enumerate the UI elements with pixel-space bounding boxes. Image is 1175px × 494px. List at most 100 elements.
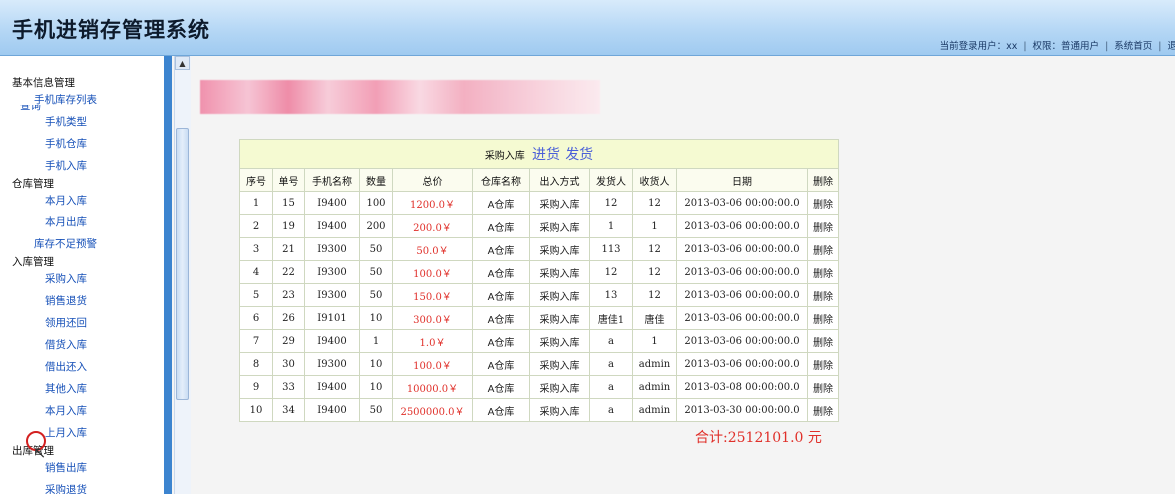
sidebar-item-phone-warehouse[interactable]: 手机仓库 bbox=[45, 136, 87, 151]
cell-quantity: 1 bbox=[359, 329, 393, 353]
cell-date: 2013-03-06 00:00:00.0 bbox=[676, 260, 808, 284]
cell-receiver: 12 bbox=[632, 191, 677, 215]
sidebar-item-last-month-in[interactable]: 上月入库 bbox=[45, 425, 87, 440]
sidebar-item-purchase-in[interactable]: 采购入库 bbox=[45, 271, 87, 286]
cell-phone-name: I9300 bbox=[304, 283, 360, 307]
cell-quantity: 50 bbox=[359, 283, 393, 307]
cell-order-no: 22 bbox=[272, 260, 305, 284]
stock-in-link[interactable]: 进货 bbox=[532, 147, 560, 163]
stock-out-link[interactable]: 发货 bbox=[565, 147, 593, 163]
menu-group-warehouse[interactable]: 仓库管理 bbox=[12, 176, 54, 191]
delete-button[interactable]: 删除 bbox=[807, 329, 839, 353]
cell-date: 2013-03-08 00:00:00.0 bbox=[676, 375, 808, 399]
cell-sender: 唐佳1 bbox=[589, 306, 633, 330]
delete-button[interactable]: 删除 bbox=[807, 237, 839, 261]
app-header: 手机进销存管理系统 当前登录用户：xx | 权限：普通用户 | 系统首页 | 退 bbox=[0, 0, 1175, 56]
sidebar-menu: 查询 基本信息管理 手机库存列表 手机类型 手机仓库 手机入库 仓库管理 本月入… bbox=[0, 56, 164, 494]
sidebar-item-phone-type[interactable]: 手机类型 bbox=[45, 114, 87, 129]
cell-sender: a bbox=[589, 398, 633, 422]
cell-total-price: 1200.0￥ bbox=[392, 191, 473, 215]
delete-button[interactable]: 删除 bbox=[807, 398, 839, 422]
sidebar-item-loan-in[interactable]: 借货入库 bbox=[45, 337, 87, 352]
cell-index: 5 bbox=[239, 283, 273, 307]
cell-index: 1 bbox=[239, 191, 273, 215]
cell-date: 2013-03-06 00:00:00.0 bbox=[676, 191, 808, 215]
table-row: 8 30 I9300 10 100.0￥ A仓库 采购入库 a admin 2013-03-06 … bbox=[239, 352, 839, 376]
cell-receiver: 1 bbox=[632, 329, 677, 353]
cell-receiver: admin bbox=[632, 375, 677, 399]
sidebar-item-lend-return[interactable]: 借出还入 bbox=[45, 359, 87, 374]
table-title: 采购入库 进货 发货 bbox=[239, 139, 839, 169]
chevron-up-icon[interactable]: ▲ bbox=[175, 56, 190, 70]
delete-button[interactable]: 删除 bbox=[807, 260, 839, 284]
cell-warehouse: A仓库 bbox=[472, 283, 530, 307]
column-header: 收货人 bbox=[632, 168, 677, 192]
cell-sender: 113 bbox=[589, 237, 633, 261]
sidebar-item-this-month-in[interactable]: 本月入库 bbox=[45, 403, 87, 418]
cell-phone-name: I9300 bbox=[304, 352, 360, 376]
cell-date: 2013-03-06 00:00:00.0 bbox=[676, 237, 808, 261]
menu-group-stock-in[interactable]: 入库管理 bbox=[12, 254, 54, 269]
cell-receiver: admin bbox=[632, 352, 677, 376]
sidebar-item-purchase-return[interactable]: 采购退货 bbox=[45, 482, 87, 494]
cell-index: 3 bbox=[239, 237, 273, 261]
purchase-in-table: 采购入库 进货 发货 序号 单号 手机名称 数量 总价 仓库名称 出入方式 发货… bbox=[239, 139, 839, 422]
cell-order-no: 34 bbox=[272, 398, 305, 422]
column-header: 数量 bbox=[359, 168, 393, 192]
cell-warehouse: A仓库 bbox=[472, 306, 530, 330]
logout-link[interactable]: 退 bbox=[1167, 41, 1175, 52]
delete-button[interactable]: 删除 bbox=[807, 306, 839, 330]
sidebar-item-sales-out[interactable]: 销售出库 bbox=[45, 460, 87, 475]
cell-receiver: 12 bbox=[632, 237, 677, 261]
cell-index: 10 bbox=[239, 398, 273, 422]
cell-total-price: 10000.0￥ bbox=[392, 375, 473, 399]
column-header: 总价 bbox=[392, 168, 473, 192]
cell-receiver: 12 bbox=[632, 260, 677, 284]
home-link[interactable]: 系统首页 bbox=[1114, 41, 1152, 52]
delete-button[interactable]: 删除 bbox=[807, 191, 839, 215]
sidebar-item-month-out[interactable]: 本月出库 bbox=[45, 214, 87, 229]
redacted-banner bbox=[200, 80, 600, 114]
delete-button[interactable]: 删除 bbox=[807, 214, 839, 238]
delete-button[interactable]: 删除 bbox=[807, 352, 839, 376]
cell-quantity: 10 bbox=[359, 306, 393, 330]
scrollbar-thumb[interactable] bbox=[176, 128, 189, 400]
cell-receiver: 唐佳 bbox=[632, 306, 677, 330]
delete-button[interactable]: 删除 bbox=[807, 283, 839, 307]
sidebar-item-phone-stock-in[interactable]: 手机入库 bbox=[45, 158, 87, 173]
cell-total-price: 100.0￥ bbox=[392, 352, 473, 376]
sidebar-scrollbar[interactable]: ▲ bbox=[174, 56, 191, 494]
column-header: 发货人 bbox=[589, 168, 633, 192]
sidebar-item-sales-return[interactable]: 销售退货 bbox=[45, 293, 87, 308]
frame-divider[interactable] bbox=[164, 56, 172, 494]
cell-index: 8 bbox=[239, 352, 273, 376]
table-row: 6 26 I9101 10 300.0￥ A仓库 采购入库 唐佳1 唐佳 2013-03-06 0… bbox=[239, 306, 839, 330]
column-header: 手机名称 bbox=[304, 168, 360, 192]
cell-quantity: 50 bbox=[359, 237, 393, 261]
cell-total-price: 2500000.0￥ bbox=[392, 398, 473, 422]
sidebar-item-month-in[interactable]: 本月入库 bbox=[45, 193, 87, 208]
role-label: 权限：普通用户 bbox=[1032, 41, 1100, 52]
sidebar-item-stock-alert[interactable]: 库存不足预警 bbox=[34, 236, 97, 251]
cell-sender: a bbox=[589, 352, 633, 376]
cell-date: 2013-03-06 00:00:00.0 bbox=[676, 329, 808, 353]
delete-button[interactable]: 删除 bbox=[807, 375, 839, 399]
sidebar-item-borrow-return[interactable]: 领用还回 bbox=[45, 315, 87, 330]
sidebar-item-phone-stock-list[interactable]: 手机库存列表 bbox=[34, 92, 97, 107]
column-header: 删除 bbox=[807, 168, 839, 192]
table-row: 10 34 I9400 50 2500000.0￥ A仓库 采购入库 a admin 2013-0… bbox=[239, 398, 839, 422]
cell-total-price: 50.0￥ bbox=[392, 237, 473, 261]
cell-date: 2013-03-06 00:00:00.0 bbox=[676, 352, 808, 376]
cell-warehouse: A仓库 bbox=[472, 398, 530, 422]
cell-receiver: 12 bbox=[632, 283, 677, 307]
sidebar-item-other-in[interactable]: 其他入库 bbox=[45, 381, 87, 396]
menu-group-basic-info[interactable]: 基本信息管理 bbox=[12, 75, 75, 90]
cell-date: 2013-03-06 00:00:00.0 bbox=[676, 306, 808, 330]
cell-phone-name: I9400 bbox=[304, 191, 360, 215]
cell-order-no: 26 bbox=[272, 306, 305, 330]
cell-warehouse: A仓库 bbox=[472, 237, 530, 261]
column-header: 日期 bbox=[676, 168, 808, 192]
cell-sender: a bbox=[589, 329, 633, 353]
table-row: 3 21 I9300 50 50.0￥ A仓库 采购入库 113 12 2013-03-06 00… bbox=[239, 237, 839, 261]
cell-receiver: 1 bbox=[632, 214, 677, 238]
